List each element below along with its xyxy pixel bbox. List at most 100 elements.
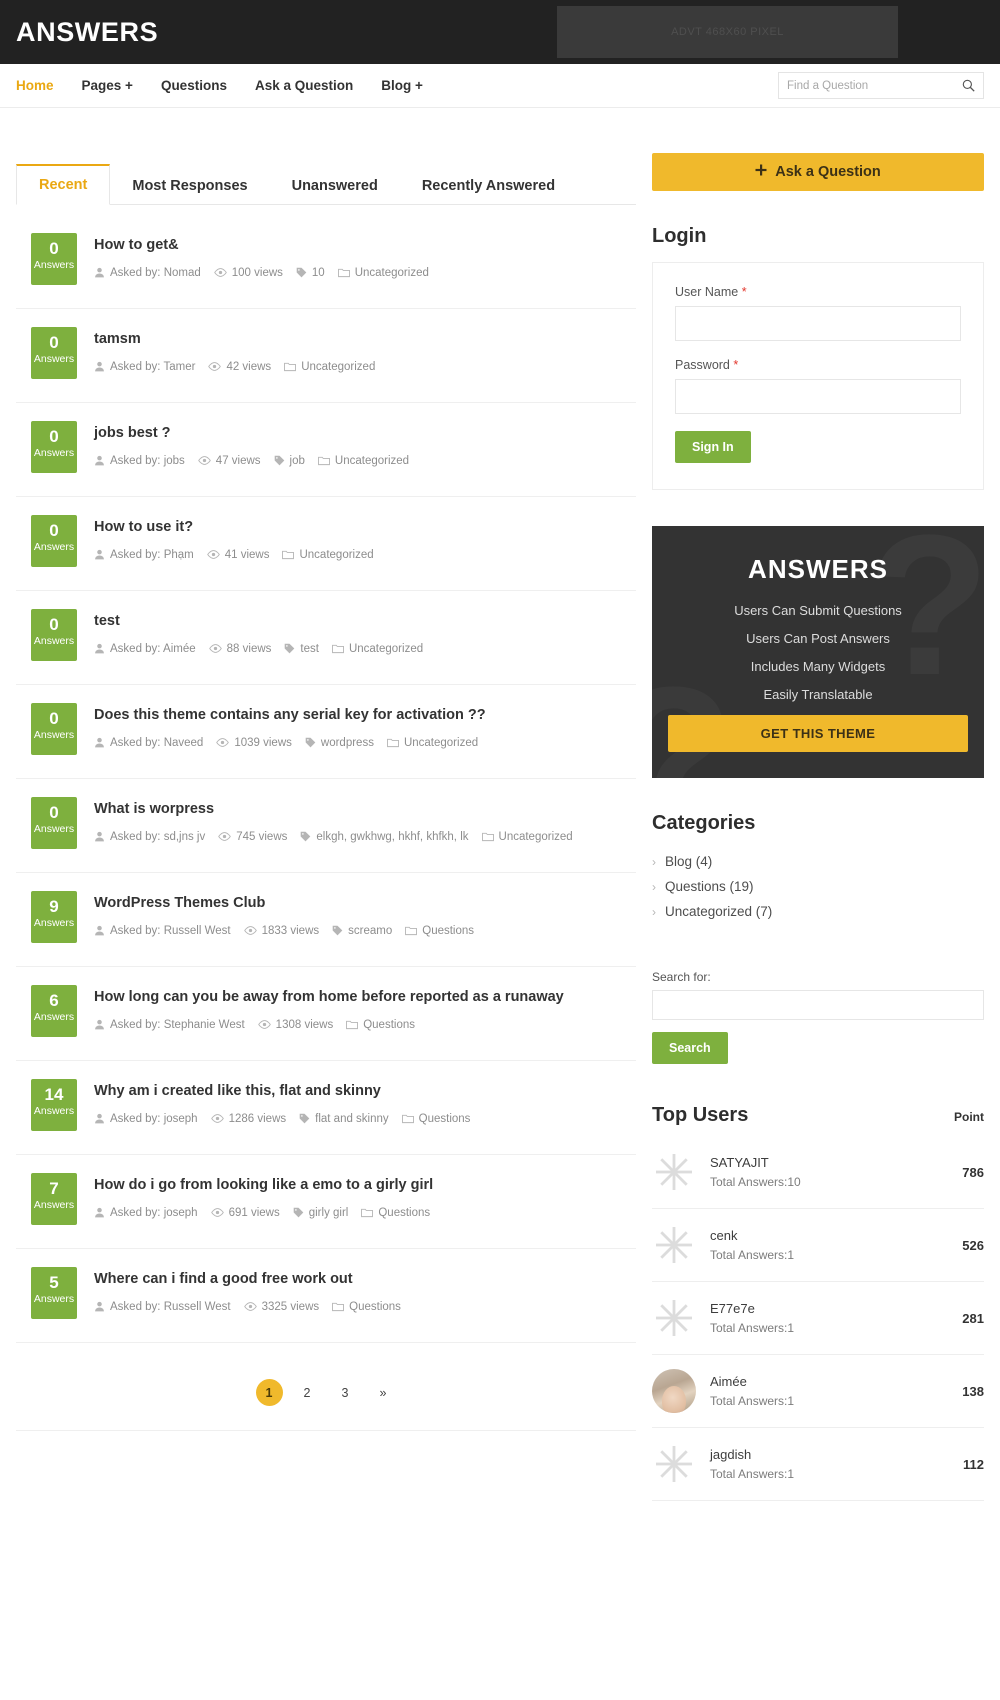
search-box[interactable] (778, 72, 984, 99)
top-user-answers: Total Answers:10 (710, 1175, 801, 1189)
question-title[interactable]: How do i go from looking like a emo to a… (94, 1176, 636, 1195)
question-tags[interactable]: 10 (296, 267, 325, 279)
sidebar-search-button[interactable]: Search (652, 1032, 728, 1064)
question-category[interactable]: Questions (401, 1113, 470, 1125)
top-user-answers: Total Answers:1 (710, 1321, 795, 1335)
password-field[interactable] (675, 379, 961, 414)
question-item[interactable]: 0 Answers Does this theme contains any s… (16, 685, 636, 779)
advertisement-banner[interactable]: ADVT 468X60 PIXEL (557, 6, 898, 58)
question-tags[interactable]: girly girl (293, 1207, 348, 1219)
question-title[interactable]: Where can i find a good free work out (94, 1270, 636, 1289)
pagination-page-3[interactable]: 3 (332, 1379, 359, 1406)
question-title[interactable]: jobs best ? (94, 424, 636, 443)
question-category[interactable]: Uncategorized (317, 455, 409, 467)
question-title[interactable]: How to use it? (94, 518, 636, 537)
question-item[interactable]: 0 Answers What is worpress Asked by: sd,… (16, 779, 636, 873)
category-list: › Blog (4) › Questions (19) › Uncategorize… (652, 849, 984, 924)
question-item[interactable]: 0 Answers jobs best ? Asked by: jobs 47 v… (16, 403, 636, 497)
site-logo[interactable]: ANSWERS (16, 18, 158, 46)
question-item[interactable]: 0 Answers How to get& Asked by: Nomad 100… (16, 215, 636, 309)
question-category[interactable]: Uncategorized (284, 361, 375, 373)
top-user-row[interactable]: cenk Total Answers:1 526 (652, 1209, 984, 1282)
question-item[interactable]: 7 Answers How do i go from looking like … (16, 1155, 636, 1249)
tab-most-responses[interactable]: Most Responses (110, 166, 269, 205)
nav-item-home[interactable]: Home (16, 64, 68, 108)
question-category[interactable]: Questions (346, 1019, 415, 1031)
ask-a-question-button[interactable]: Ask a Question (652, 153, 984, 191)
question-tags-label: test (300, 642, 319, 655)
answer-count-badge: 7 Answers (31, 1173, 77, 1225)
promo-feature-line: Easily Translatable (763, 687, 873, 702)
top-user-row[interactable]: SATYAJIT Total Answers:10 786 (652, 1135, 984, 1209)
username-field[interactable] (675, 306, 961, 341)
nav-item-questions[interactable]: Questions (147, 64, 241, 108)
question-title[interactable]: What is worpress (94, 800, 636, 819)
question-title[interactable]: How to get& (94, 236, 636, 255)
question-title[interactable]: Does this theme contains any serial key … (94, 706, 636, 725)
question-tags[interactable]: job (274, 455, 305, 467)
question-item[interactable]: 5 Answers Where can i find a good free w… (16, 1249, 636, 1343)
question-category[interactable]: Questions (405, 925, 474, 937)
question-title[interactable]: tamsm (94, 330, 636, 349)
question-meta: Asked by: joseph 1286 views flat and skinn… (94, 1113, 636, 1125)
question-category[interactable]: Uncategorized (387, 737, 478, 749)
category-item[interactable]: › Questions (19) (652, 874, 984, 899)
category-item[interactable]: › Uncategorized (7) (652, 899, 984, 924)
question-body: test Asked by: Aimée 88 views test Uncatego… (94, 609, 636, 655)
question-title[interactable]: WordPress Themes Club (94, 894, 636, 913)
pagination-page-2[interactable]: 2 (294, 1379, 321, 1406)
question-item[interactable]: 0 Answers tamsm Asked by: Tamer 42 views U… (16, 309, 636, 403)
nav-item-pages[interactable]: Pages + (68, 64, 147, 108)
pagination-page-1[interactable]: 1 (255, 1379, 283, 1406)
question-category[interactable]: Questions (361, 1207, 430, 1219)
promo-banner[interactable]: ? ? ANSWERS Users Can Submit QuestionsUs… (652, 526, 984, 778)
search-input[interactable] (787, 79, 962, 92)
search-for-label: Search for: (652, 970, 711, 984)
top-user-row[interactable]: Aimée Total Answers:1 138 (652, 1355, 984, 1428)
question-category[interactable]: Uncategorized (337, 267, 429, 279)
question-views: 42 views (208, 361, 271, 373)
question-tags[interactable]: elkgh, gwkhwg, hkhf, khfkh, lk (300, 831, 469, 843)
answer-count-number: 0 (49, 427, 59, 446)
question-category[interactable]: Uncategorized (481, 831, 573, 843)
question-item[interactable]: 6 Answers How long can you be away from … (16, 967, 636, 1061)
pagination-next[interactable]: » (370, 1379, 397, 1406)
search-icon[interactable] (962, 79, 975, 92)
question-item[interactable]: 0 Answers test Asked by: Aimée 88 views te… (16, 591, 636, 685)
question-category[interactable]: Uncategorized (332, 643, 423, 655)
tab-recently-answered[interactable]: Recently Answered (400, 166, 577, 205)
top-user-row[interactable]: jagdish Total Answers:1 112 (652, 1428, 984, 1501)
category-label: Uncategorized (7) (665, 904, 773, 919)
tab-recent[interactable]: Recent (16, 164, 111, 205)
eye-icon (198, 456, 211, 466)
question-item[interactable]: 9 Answers WordPress Themes Club Asked by… (16, 873, 636, 967)
question-tags-label: job (289, 454, 305, 467)
top-user-row[interactable]: E77e7e Total Answers:1 281 (652, 1282, 984, 1355)
sign-in-button[interactable]: Sign In (675, 431, 751, 463)
get-this-theme-button[interactable]: GET THIS THEME (668, 715, 968, 752)
folder-icon (332, 1303, 345, 1312)
question-title[interactable]: Why am i created like this, flat and ski… (94, 1082, 636, 1101)
question-views-label: 47 views (215, 454, 261, 467)
question-tags[interactable]: wordpress (305, 737, 374, 749)
question-title[interactable]: How long can you be away from home befor… (94, 988, 636, 1007)
question-tags[interactable]: screamo (332, 925, 392, 937)
question-category[interactable]: Uncategorized (282, 549, 374, 561)
question-tags[interactable]: test (284, 643, 319, 655)
question-meta: Asked by: joseph 691 views girly girl Quest… (94, 1207, 636, 1219)
answer-count-badge: 0 Answers (31, 797, 77, 849)
category-item[interactable]: › Blog (4) (652, 849, 984, 874)
question-category[interactable]: Questions (332, 1301, 401, 1313)
nav-item-ask-a-question[interactable]: Ask a Question (241, 64, 367, 108)
question-title[interactable]: test (94, 612, 636, 631)
top-user-name: cenk (710, 1228, 738, 1243)
question-views: 47 views (198, 455, 261, 467)
password-label-text: Password (675, 358, 730, 372)
sidebar-search-input[interactable] (652, 990, 984, 1020)
question-item[interactable]: 0 Answers How to use it? Asked by: Phạm 4… (16, 497, 636, 591)
question-tags[interactable]: flat and skinny (299, 1113, 389, 1125)
question-item[interactable]: 14 Answers Why am i created like this, f… (16, 1061, 636, 1155)
nav-item-blog[interactable]: Blog + (367, 64, 437, 108)
tab-unanswered[interactable]: Unanswered (270, 166, 400, 205)
chevron-right-icon: › (652, 904, 656, 919)
